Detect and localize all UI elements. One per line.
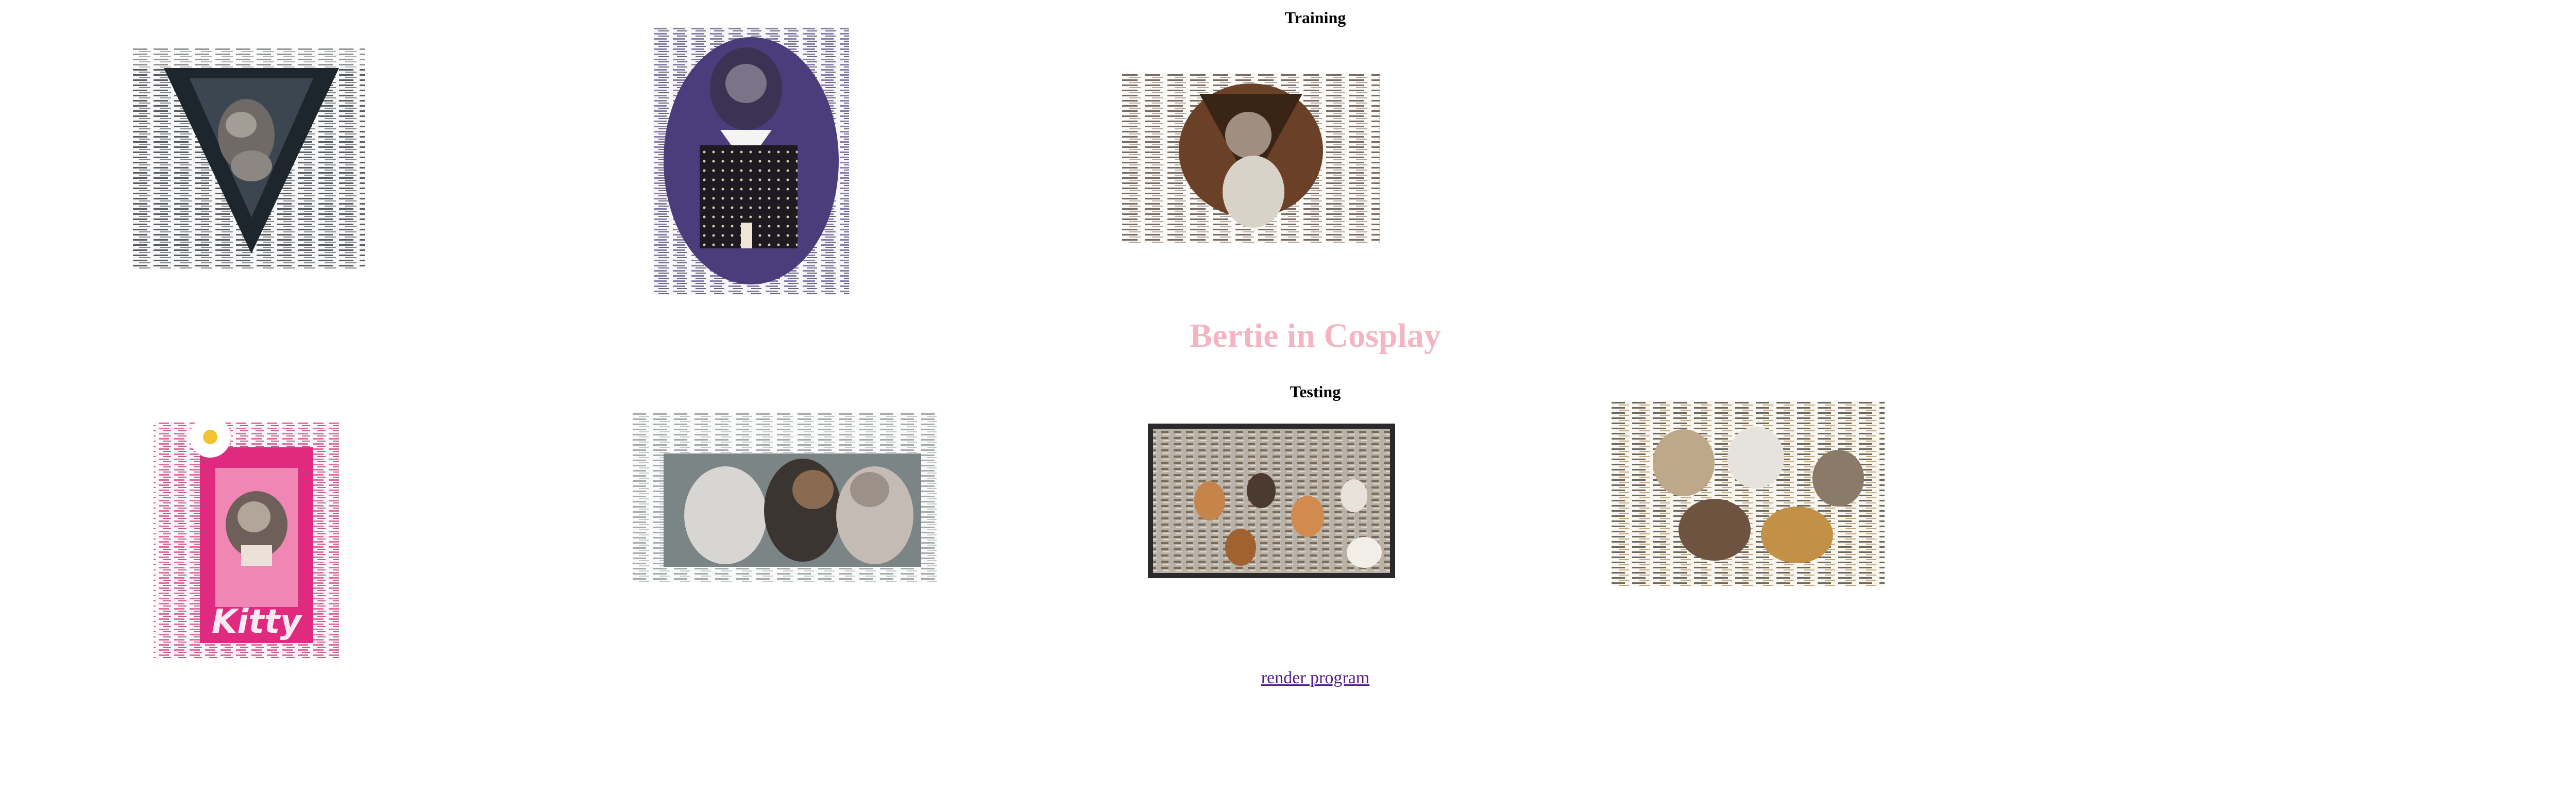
testing-image-4 <box>1612 401 1885 586</box>
training-heading: Training <box>1284 8 1346 27</box>
testing-image-2 <box>633 412 937 582</box>
testing-heading: Testing <box>1290 382 1341 401</box>
render-program-link-container: render program <box>0 668 2576 688</box>
training-image-1 <box>133 47 365 269</box>
render-program-link[interactable]: render program <box>1261 668 1370 687</box>
testing-image-1: Kitty <box>143 416 349 664</box>
page-title: Bertie in Cosplay <box>1190 317 1441 355</box>
testing-image-3 <box>1148 424 1395 578</box>
training-image-2 <box>653 27 849 295</box>
training-image-3 <box>1122 73 1380 243</box>
kitty-box-text: Kitty <box>211 603 302 641</box>
